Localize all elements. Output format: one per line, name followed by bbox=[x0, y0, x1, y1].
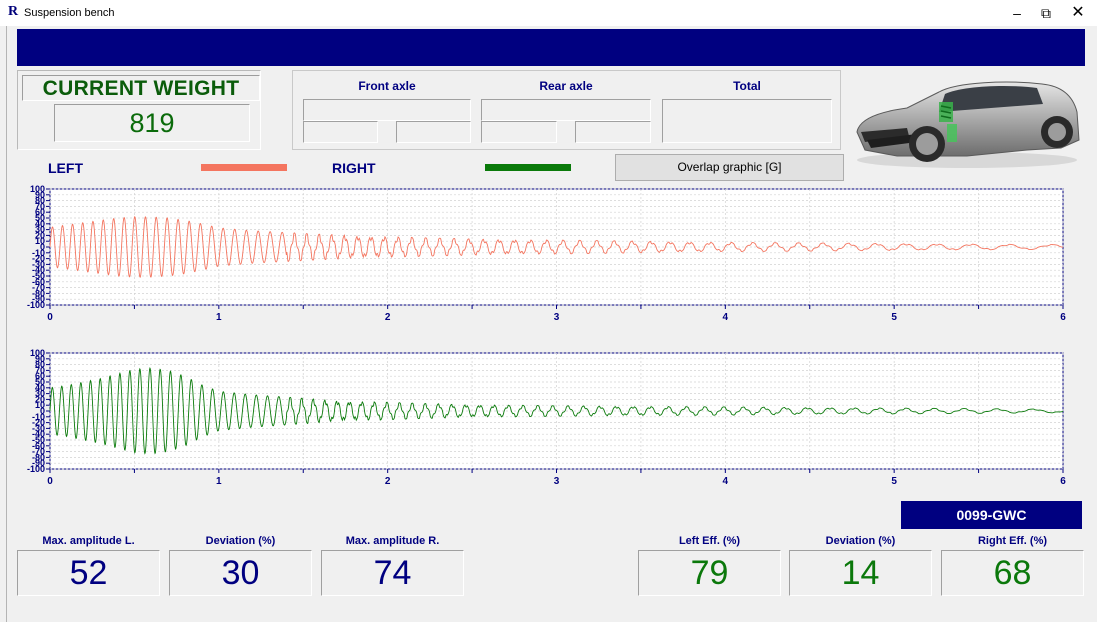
max-amp-right-label: Max. amplitude R. bbox=[345, 535, 440, 547]
right-legend-swatch bbox=[485, 164, 571, 171]
current-weight-title: CURRENT WEIGHT bbox=[42, 77, 240, 100]
right-wheel-chart: 1009080706050403020100-10-20-30-40-50-60… bbox=[27, 348, 1066, 487]
x-tick-label: 5 bbox=[891, 476, 897, 487]
eff-deviation-value: 14 bbox=[841, 554, 880, 592]
app-logo-icon: R bbox=[8, 4, 19, 19]
left-legend-label: LEFT bbox=[48, 160, 83, 176]
x-tick-label: 2 bbox=[385, 476, 391, 487]
license-plate: 0099-GWC bbox=[901, 501, 1082, 529]
x-tick-label: 4 bbox=[723, 312, 729, 323]
deviation-label: Deviation (%) bbox=[205, 535, 276, 547]
max-amp-left-label: Max. amplitude L. bbox=[42, 535, 135, 547]
x-tick-label: 0 bbox=[47, 476, 53, 487]
x-tick-label: 4 bbox=[723, 476, 729, 487]
max-amp-left-value: 52 bbox=[69, 554, 108, 592]
y-tick-label: -100 bbox=[27, 300, 45, 310]
car-suspension-icon bbox=[856, 81, 1080, 168]
left-eff-label: Left Eff. (%) bbox=[678, 535, 741, 547]
title-bar: R Suspension bench – ⧉ ✕ bbox=[0, 0, 1097, 26]
x-tick-label: 2 bbox=[385, 312, 391, 323]
x-tick-label: 6 bbox=[1060, 476, 1066, 487]
rear-axle-field bbox=[481, 99, 651, 121]
left-legend-swatch bbox=[201, 164, 287, 171]
rear-axle-label: Rear axle bbox=[539, 79, 593, 93]
close-button[interactable]: ✕ bbox=[1063, 2, 1093, 24]
current-weight-value: 819 bbox=[129, 108, 175, 138]
max-amp-right-value: 74 bbox=[373, 554, 412, 592]
right-eff-label: Right Eff. (%) bbox=[977, 535, 1048, 547]
x-tick-label: 1 bbox=[216, 312, 222, 323]
total-field bbox=[662, 99, 832, 143]
right-legend-label: RIGHT bbox=[332, 160, 376, 176]
rear-left-field bbox=[481, 121, 557, 143]
y-tick-label: -100 bbox=[27, 464, 45, 474]
deviation-value: 30 bbox=[221, 554, 260, 592]
right-eff-value: 68 bbox=[993, 554, 1032, 592]
rear-right-field bbox=[575, 121, 651, 143]
x-tick-label: 0 bbox=[47, 312, 53, 323]
front-right-field bbox=[396, 121, 471, 143]
header-banner bbox=[17, 29, 1085, 66]
front-left-field bbox=[303, 121, 378, 143]
front-axle-field bbox=[303, 99, 471, 121]
x-tick-label: 6 bbox=[1060, 312, 1066, 323]
x-tick-label: 3 bbox=[554, 476, 560, 487]
x-tick-label: 1 bbox=[216, 476, 222, 487]
restore-button[interactable]: ⧉ bbox=[1031, 2, 1061, 24]
total-label: Total bbox=[733, 79, 761, 93]
window-frame bbox=[6, 26, 7, 622]
eff-deviation-label: Deviation (%) bbox=[825, 535, 896, 547]
left-eff-value: 79 bbox=[690, 554, 729, 592]
x-tick-label: 5 bbox=[891, 312, 897, 323]
front-axle-label: Front axle bbox=[358, 79, 416, 93]
left-wheel-chart: 1009080706050403020100-10-20-30-40-50-60… bbox=[27, 184, 1066, 323]
overlap-graphic-button[interactable]: Overlap graphic [G] bbox=[615, 154, 844, 181]
x-tick-label: 3 bbox=[554, 312, 560, 323]
minimize-button[interactable]: – bbox=[1002, 2, 1032, 24]
window-title: Suspension bench bbox=[24, 7, 115, 19]
